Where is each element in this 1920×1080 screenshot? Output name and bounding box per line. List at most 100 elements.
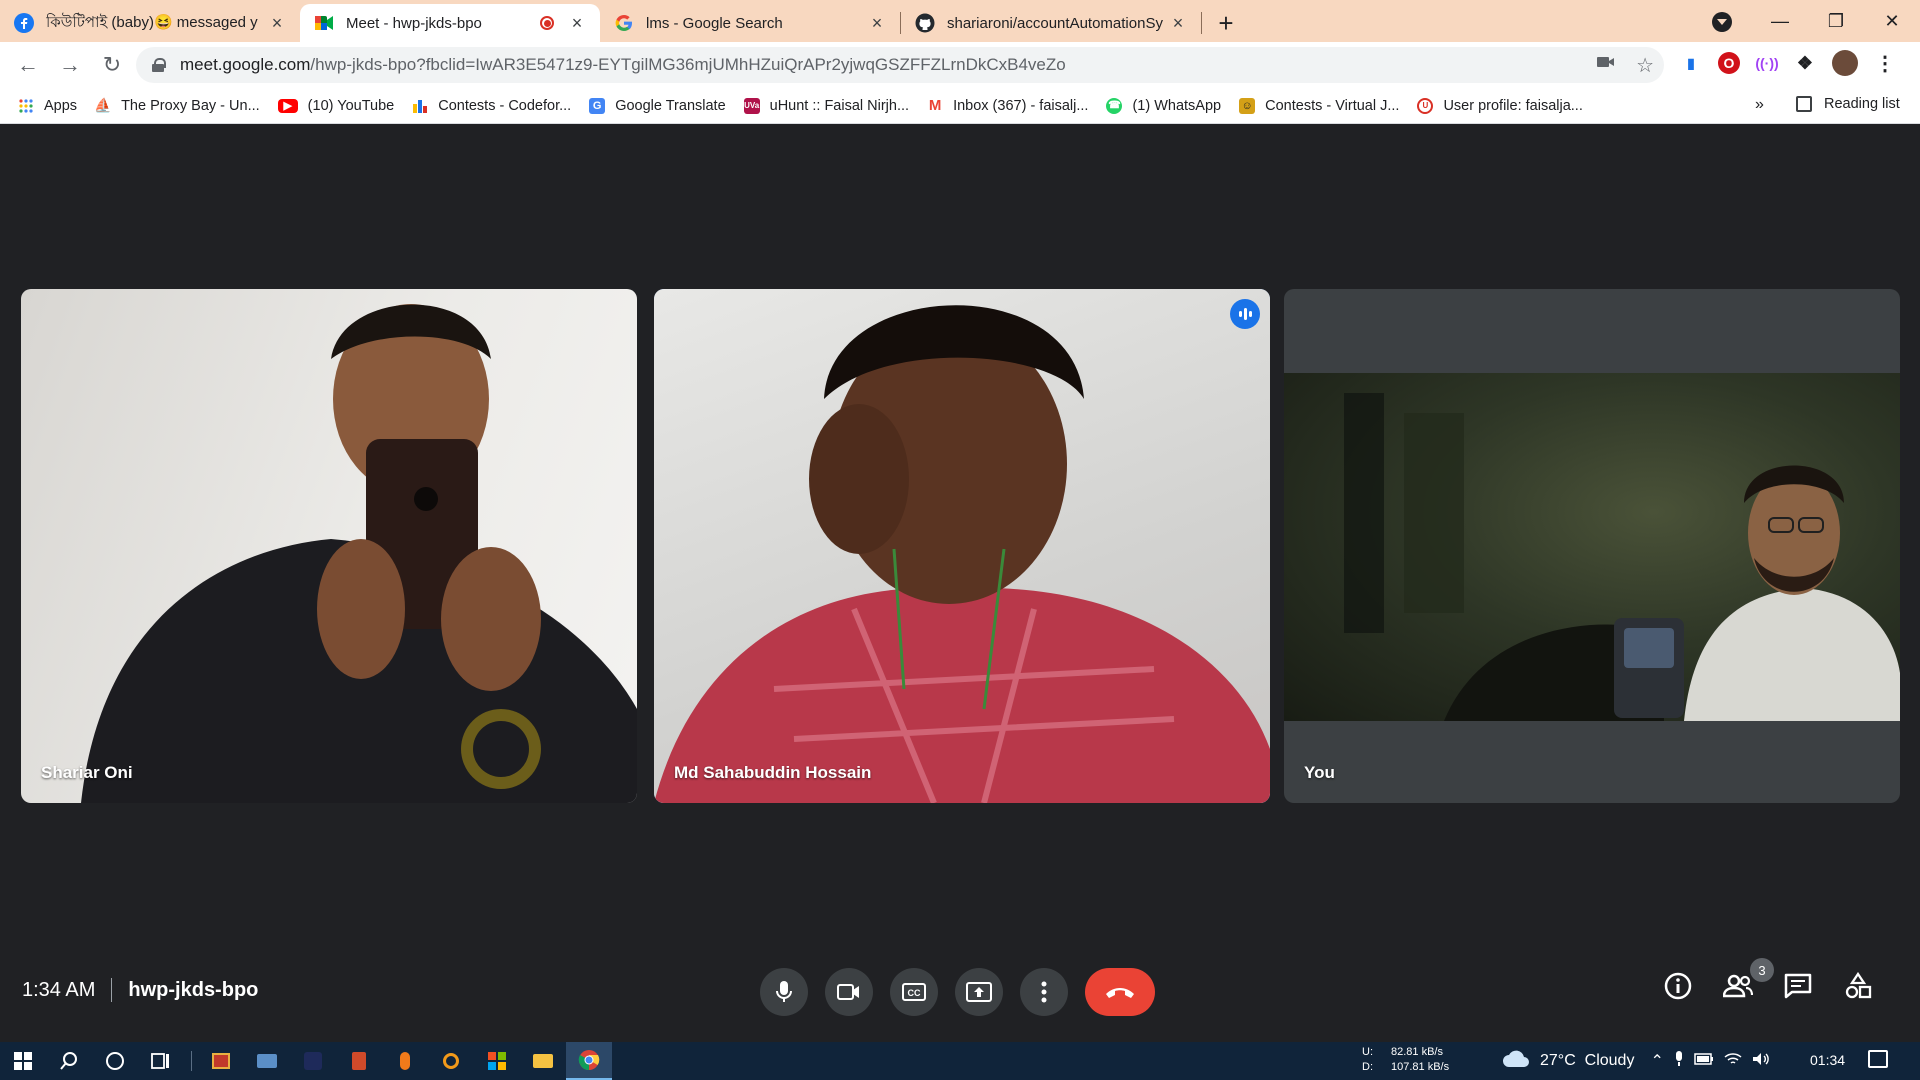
present-screen-button[interactable] — [955, 968, 1003, 1016]
leave-call-button[interactable] — [1085, 968, 1155, 1016]
bookmark-proxy-bay[interactable]: ⛵ The Proxy Bay - Un... — [94, 97, 260, 114]
bookmark-user-profile[interactable]: U User profile: faisalja... — [1417, 97, 1583, 114]
volume-icon[interactable] — [1752, 1052, 1770, 1071]
reload-icon[interactable]: ↻ — [92, 45, 132, 85]
participant-tile-md-sahabuddin-hossain[interactable]: Md Sahabuddin Hossain — [654, 289, 1270, 803]
meeting-details-button[interactable] — [1662, 970, 1694, 1002]
more-options-button[interactable] — [1020, 968, 1068, 1016]
participant-tile-you[interactable]: You — [1284, 289, 1900, 803]
weather-text[interactable]: 27°C Cloudy — [1540, 1052, 1634, 1070]
profile-avatar[interactable] — [1832, 50, 1858, 76]
tab-meet[interactable]: Meet - hwp-jkds-bpo × — [300, 4, 600, 42]
new-tab-button[interactable]: + — [1208, 4, 1244, 42]
close-tab-icon[interactable]: × — [1169, 14, 1187, 32]
bookmark-uhunt[interactable]: UVa uHunt :: Faisal Nirjh... — [743, 97, 909, 114]
upload-label: U: — [1362, 1046, 1373, 1058]
windows-start-icon[interactable] — [0, 1042, 46, 1080]
show-everyone-button[interactable] — [1722, 970, 1754, 1002]
notifications-icon[interactable] — [1868, 1050, 1888, 1068]
opera-vpn-icon[interactable]: O — [1718, 52, 1740, 74]
pirate-ship-icon: ⛵ — [94, 97, 112, 113]
tab-github[interactable]: shariaroni/accountAutomationSy × — [901, 4, 1201, 42]
self-video-feed — [1284, 373, 1900, 721]
tab-title: shariaroni/accountAutomationSy — [947, 14, 1163, 32]
participant-video-figure — [1344, 393, 1900, 721]
bookmark-apps[interactable]: Apps — [18, 98, 77, 114]
bookmark-label: Apps — [44, 97, 78, 114]
lock-icon[interactable] — [152, 58, 166, 72]
app-monitor-icon[interactable] — [244, 1042, 290, 1080]
app-clipboard-icon[interactable] — [336, 1042, 382, 1080]
recording-indicator-icon — [540, 16, 554, 30]
bookmark-label: Google Translate — [615, 97, 726, 114]
close-tab-icon[interactable]: × — [868, 14, 886, 32]
app-search-tool-icon[interactable] — [428, 1042, 474, 1080]
bookmark-whatsapp[interactable]: ☎ (1) WhatsApp — [1106, 97, 1222, 114]
bookmark-vjudge[interactable]: ☺ Contests - Virtual J... — [1239, 97, 1399, 114]
chat-icon — [1784, 973, 1812, 999]
facebook-icon — [14, 13, 34, 33]
more-vertical-icon — [1041, 981, 1047, 1003]
app-microphone-icon[interactable] — [382, 1042, 428, 1080]
tab-google-search[interactable]: lms - Google Search × — [600, 4, 900, 42]
microphone-tray-icon[interactable] — [1674, 1050, 1684, 1072]
extensions-puzzle-icon[interactable]: ❖ — [1794, 52, 1816, 74]
file-explorer-icon[interactable] — [520, 1042, 566, 1080]
bookmark-label: (1) WhatsApp — [1132, 97, 1222, 114]
chrome-menu-icon[interactable]: ⋮ — [1874, 52, 1896, 75]
meeting-details: 1:34 AM hwp-jkds-bpo — [22, 978, 258, 1002]
participant-tile-shariar-oni[interactable]: Shariar Oni — [21, 289, 637, 803]
bookmark-star-icon[interactable]: ☆ — [1636, 53, 1654, 78]
bookmark-google-translate[interactable]: G Google Translate — [589, 97, 726, 114]
forward-arrow-icon[interactable]: → — [50, 45, 90, 85]
microphone-icon — [776, 981, 792, 1002]
reading-list-button[interactable]: Reading list — [1796, 96, 1900, 112]
bookmark-codeforces[interactable]: Contests - Codefor... — [412, 98, 571, 114]
whatsapp-icon: ☎ — [1106, 97, 1123, 114]
participant-name: Md Sahabuddin Hossain — [674, 763, 872, 782]
bookmark-label: Inbox (367) - faisalj... — [953, 97, 1089, 114]
tab-facebook[interactable]: কিউটিপাই (baby)😆 messaged y × — [0, 4, 300, 42]
app-dark-icon[interactable] — [290, 1042, 336, 1080]
captions-button[interactable]: CC — [890, 968, 938, 1016]
gmail-icon: M — [928, 97, 942, 114]
back-arrow-icon[interactable]: ← — [8, 45, 48, 85]
cortana-icon[interactable] — [92, 1042, 138, 1080]
url-text[interactable]: meet.google.com/hwp-jkds-bpo?fbclid=IwAR… — [180, 55, 1066, 75]
video-feed — [654, 289, 1270, 803]
close-window-icon[interactable]: ✕ — [1864, 11, 1920, 32]
broadcast-extension-icon[interactable]: ((·)) — [1755, 52, 1778, 74]
camera-button[interactable] — [825, 968, 873, 1016]
bookmark-youtube[interactable]: ▶ (10) YouTube — [277, 98, 394, 114]
app-store-icon[interactable] — [474, 1042, 520, 1080]
extension-chart-icon[interactable]: ▮ — [1680, 52, 1702, 74]
close-tab-icon[interactable]: × — [568, 14, 586, 32]
app-photo-icon[interactable] — [198, 1042, 244, 1080]
minimize-icon[interactable]: — — [1752, 11, 1808, 32]
search-icon[interactable] — [46, 1042, 92, 1080]
show-hidden-icons-chevron-icon[interactable]: ⌃ — [1650, 1051, 1663, 1071]
microphone-button[interactable] — [760, 968, 808, 1016]
reading-list-icon — [1796, 96, 1812, 112]
address-bar[interactable]: meet.google.com/hwp-jkds-bpo?fbclid=IwAR… — [136, 47, 1664, 83]
tab-search-icon[interactable] — [1712, 12, 1732, 32]
taskbar-separator — [184, 1042, 198, 1080]
restore-icon[interactable]: ❐ — [1808, 11, 1864, 32]
video-camera-icon — [837, 984, 859, 1000]
bookmark-gmail[interactable]: M Inbox (367) - faisalj... — [927, 97, 1089, 114]
youtube-icon: ▶ — [277, 98, 298, 113]
bookmark-label: The Proxy Bay - Un... — [121, 97, 260, 114]
bookmarks-bar: Apps ⛵ The Proxy Bay - Un... ▶ (10) YouT… — [0, 88, 1920, 124]
taskbar-clock[interactable]: 01:34 — [1810, 1052, 1845, 1068]
wifi-icon[interactable] — [1724, 1052, 1742, 1071]
chat-button[interactable] — [1782, 970, 1814, 1002]
activities-button[interactable] — [1842, 970, 1874, 1002]
more-bookmarks-button[interactable]: » — [1755, 96, 1764, 114]
battery-icon[interactable] — [1694, 1052, 1714, 1070]
task-view-icon[interactable] — [138, 1042, 184, 1080]
chrome-taskbar-icon[interactable] — [566, 1042, 612, 1080]
close-tab-icon[interactable]: × — [268, 14, 286, 32]
camera-in-use-icon[interactable] — [1596, 53, 1616, 78]
cloud-weather-icon[interactable] — [1502, 1050, 1530, 1073]
url-path: /hwp-jkds-bpo?fbclid=IwAR3E5471z9-EYTgil… — [310, 55, 1066, 74]
